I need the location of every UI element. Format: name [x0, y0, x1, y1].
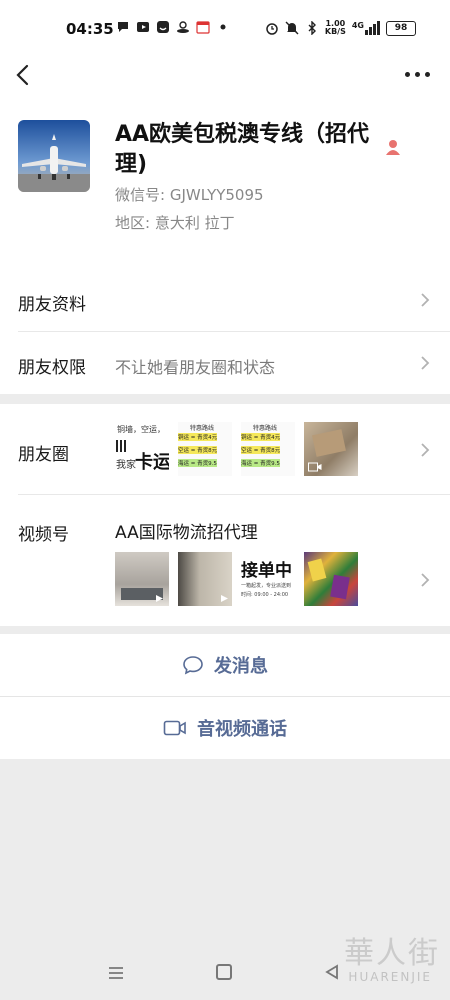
dot-icon: [220, 24, 226, 30]
video-icon: [137, 22, 149, 32]
video-call-label: 音视频通话: [197, 719, 287, 740]
signal-icon: 4G: [352, 21, 380, 35]
more-dots-icon[interactable]: [405, 72, 430, 77]
moments-label: 朋友圈: [18, 445, 69, 465]
channels-label: 视频号: [18, 525, 69, 545]
calendar-icon: [196, 21, 210, 34]
top-navigation: [0, 58, 450, 98]
channel-name: AA国际物流招代理: [115, 523, 258, 543]
video-call-button[interactable]: 音视频通话: [0, 697, 450, 759]
send-message-button[interactable]: 发消息: [0, 634, 450, 696]
channel-video-thumbnail: [115, 552, 169, 606]
thumb-text: 铜运 = 青货4元: [178, 433, 218, 441]
back-triangle-icon[interactable]: [324, 964, 340, 980]
avatar[interactable]: [18, 120, 90, 192]
app-icon: [157, 21, 169, 33]
message-icon: [118, 22, 128, 32]
network-type: 4G: [351, 21, 364, 30]
thumb-text: 卡运: [135, 452, 169, 473]
friend-info-label: 朋友资料: [18, 295, 86, 315]
status-time: 04:35: [66, 20, 114, 38]
contact-name: AA欧美包税澳专线（招代理): [115, 122, 370, 177]
channel-video-thumbnail: [304, 552, 358, 606]
system-navigation-bar: [0, 948, 450, 1000]
thumb-text: 空运 = 青货8元: [178, 446, 218, 454]
thumb-text: 海运 = 青货9.5: [178, 459, 217, 467]
chevron-left-icon[interactable]: [14, 64, 32, 86]
chevron-right-icon: [421, 293, 430, 307]
friend-permissions-label: 朋友权限: [18, 358, 86, 378]
system-icons: 1.00 KB/S 4G 98: [265, 20, 416, 36]
qr-code-icon: [116, 440, 128, 452]
content-section: 朋友圈 铜墙，空运， 我家 卡运 特惠路线 铜运 = 青货4元 空运 = 青货8…: [0, 404, 450, 626]
region: 地区: 意大利 拉丁: [115, 214, 235, 232]
thumb-text: 时间: 09:00 - 24:00: [241, 592, 289, 598]
video-icon: [308, 462, 322, 472]
notification-icons: [116, 20, 230, 34]
channel-video-thumbnail: [178, 552, 232, 606]
bluetooth-icon: [308, 21, 316, 35]
thumb-text: 海运 = 青货9.5: [241, 459, 280, 467]
video-camera-icon: [163, 720, 186, 736]
menu-icon[interactable]: [108, 966, 124, 980]
thumb-text: 接单中: [241, 561, 292, 581]
channels-row[interactable]: 视频号 AA国际物流招代理 接单中 一箱起发，专业派送到 时间: 09:00 -…: [0, 494, 450, 626]
thumb-text: 铜运 = 青货4元: [241, 433, 281, 441]
mute-icon: [285, 21, 299, 35]
friend-permissions-row[interactable]: 朋友权限 不让她看朋友圈和状态: [0, 331, 450, 394]
net-speed: 1.00 KB/S: [325, 20, 346, 36]
net-speed-unit: KB/S: [324, 27, 346, 36]
chevron-right-icon: [421, 573, 430, 587]
wechat-id: 微信号: GJWLYY5095: [115, 186, 264, 204]
friend-permissions-value: 不让她看朋友圈和状态: [115, 358, 276, 377]
status-bar: 04:35 1.00 KB/S 4G 98: [0, 0, 450, 58]
friend-info-row[interactable]: 朋友资料: [0, 268, 450, 331]
chat-bubble-icon: [183, 656, 203, 675]
alarm-icon: [266, 23, 278, 35]
thumb-text: 空运 = 青货8元: [241, 446, 281, 454]
profile-card: AA欧美包税澳专线（招代理) 微信号: GJWLYY5095 地区: 意大利 拉…: [0, 98, 450, 268]
thumb-text: 我家: [116, 460, 136, 471]
moments-video-thumbnail: [304, 422, 358, 476]
play-icon: [156, 595, 163, 602]
app-icon: [177, 21, 189, 33]
thumb-text: 一箱起发，专业派送到: [241, 583, 292, 589]
chevron-right-icon: [421, 356, 430, 370]
send-message-label: 发消息: [214, 656, 268, 677]
battery-indicator: 98: [386, 20, 416, 36]
home-icon[interactable]: [216, 964, 232, 980]
moments-thumbnail: 铜墙，空运， 我家 卡运: [115, 422, 169, 476]
thumb-text: 特惠路线: [190, 425, 215, 432]
channel-video-thumbnail: 接单中 一箱起发，专业派送到 时间: 09:00 - 24:00: [241, 552, 295, 606]
chevron-right-icon: [421, 443, 430, 457]
thumb-text: 特惠路线: [253, 425, 278, 432]
moments-row[interactable]: 朋友圈 铜墙，空运， 我家 卡运 特惠路线 铜运 = 青货4元 空运 = 青货8…: [0, 404, 450, 494]
thumb-text: 铜墙，空运，: [117, 425, 165, 434]
play-icon: [221, 595, 228, 602]
friend-settings-section: 朋友资料 朋友权限 不让她看朋友圈和状态: [0, 268, 450, 394]
moments-thumbnail: 特惠路线 铜运 = 青货4元 空运 = 青货8元 海运 = 青货9.5: [178, 422, 232, 476]
moments-thumbnail: 特惠路线 铜运 = 青货4元 空运 = 青货8元 海运 = 青货9.5: [241, 422, 295, 476]
female-icon: [386, 140, 400, 155]
